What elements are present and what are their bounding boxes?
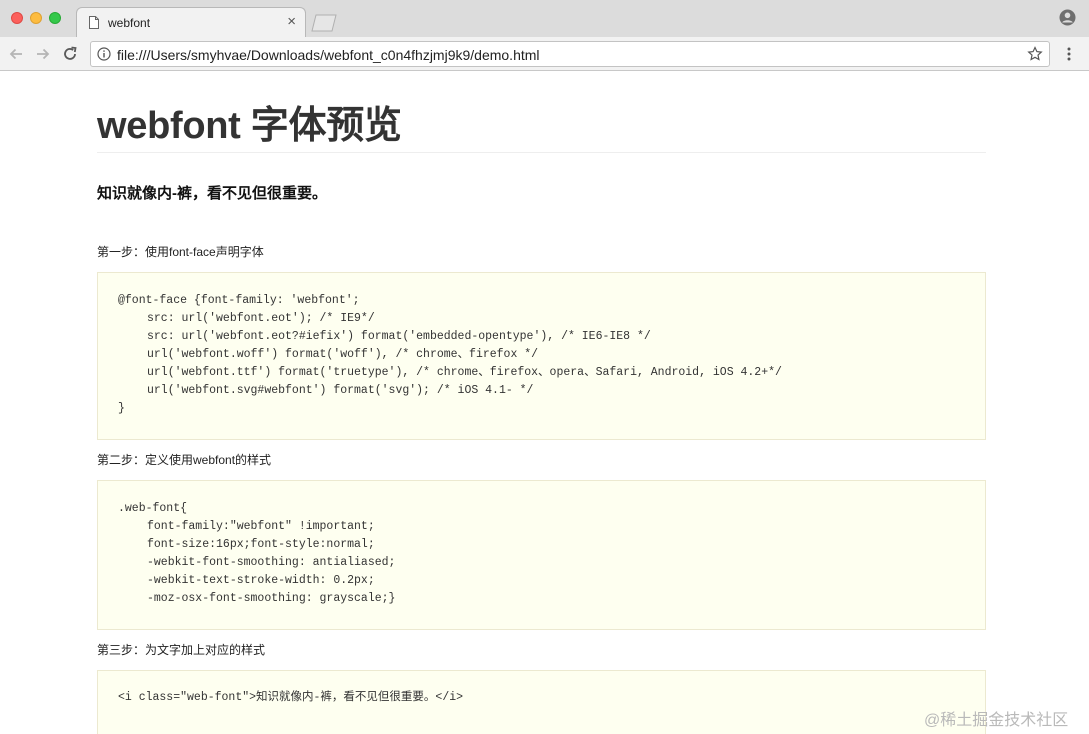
url-text: file:///Users/smyhvae/Downloads/webfont_…: [117, 47, 540, 63]
code-line: }: [118, 402, 125, 415]
page-content: webfont 字体预览 知识就像内-裤，看不见但很重要。 第一步：使用font…: [97, 71, 986, 734]
more-menu-icon[interactable]: [1062, 46, 1076, 62]
code-line: src: url('webfont.eot?#iefix') format('e…: [147, 330, 651, 343]
title-divider: [97, 152, 986, 153]
reload-icon[interactable]: [61, 45, 79, 63]
step-1-label: 第一步：使用font-face声明字体: [97, 245, 264, 259]
back-arrow-icon[interactable]: [7, 45, 25, 63]
code-line: -moz-osx-font-smoothing: grayscale;}: [147, 592, 396, 605]
code-line: url('webfont.ttf') format('truetype'), /…: [147, 366, 782, 379]
browser-titlebar: webfont ×: [0, 0, 1089, 37]
code-line: -webkit-font-smoothing: antialiased;: [147, 556, 396, 569]
browser-toolbar: file:///Users/smyhvae/Downloads/webfont_…: [0, 37, 1089, 71]
forward-arrow-icon[interactable]: [34, 45, 52, 63]
code-line: @font-face {font-family: 'webfont';: [118, 294, 360, 307]
zoom-window-button[interactable]: [49, 12, 61, 24]
minimize-window-button[interactable]: [30, 12, 42, 24]
code-block-font-face: @font-face {font-family: 'webfont'; src:…: [97, 272, 986, 440]
page-title: webfont 字体预览: [97, 105, 402, 147]
code-block-style: .web-font{ font-family:"webfont" !import…: [97, 480, 986, 630]
address-bar[interactable]: file:///Users/smyhvae/Downloads/webfont_…: [90, 41, 1050, 67]
step-2-label: 第二步：定义使用webfont的样式: [97, 453, 272, 467]
tab-title: webfont: [108, 16, 151, 30]
new-tab-button[interactable]: [309, 14, 339, 32]
account-icon[interactable]: [1059, 9, 1076, 26]
step-3-label: 第三步：为文字加上对应的样式: [97, 643, 266, 657]
code-line: font-family:"webfont" !important;: [147, 520, 375, 533]
code-line: font-size:16px;font-style:normal;: [147, 538, 375, 551]
code-line: <i class="web-font">知识就像内-裤，看不见但很重要。</i>: [118, 691, 464, 704]
watermark: @稀土掘金技术社区: [924, 712, 1069, 729]
code-line: url('webfont.svg#webfont') format('svg')…: [147, 384, 534, 397]
bookmark-star-icon[interactable]: [1027, 46, 1043, 62]
document-icon: [89, 16, 99, 29]
close-window-button[interactable]: [11, 12, 23, 24]
code-block-usage: <i class="web-font">知识就像内-裤，看不见但很重要。</i>: [97, 670, 986, 734]
code-line: src: url('webfont.eot'); /* IE9*/: [147, 312, 375, 325]
code-line: .web-font{: [118, 502, 188, 515]
code-line: -webkit-text-stroke-width: 0.2px;: [147, 574, 375, 587]
tab-close-icon[interactable]: ×: [287, 14, 296, 30]
browser-tab[interactable]: webfont ×: [76, 7, 306, 37]
page-subtitle: 知识就像内-裤，看不见但很重要。: [97, 185, 327, 202]
code-line: url('webfont.woff') format('woff'), /* c…: [147, 348, 539, 361]
info-icon[interactable]: [97, 47, 111, 61]
